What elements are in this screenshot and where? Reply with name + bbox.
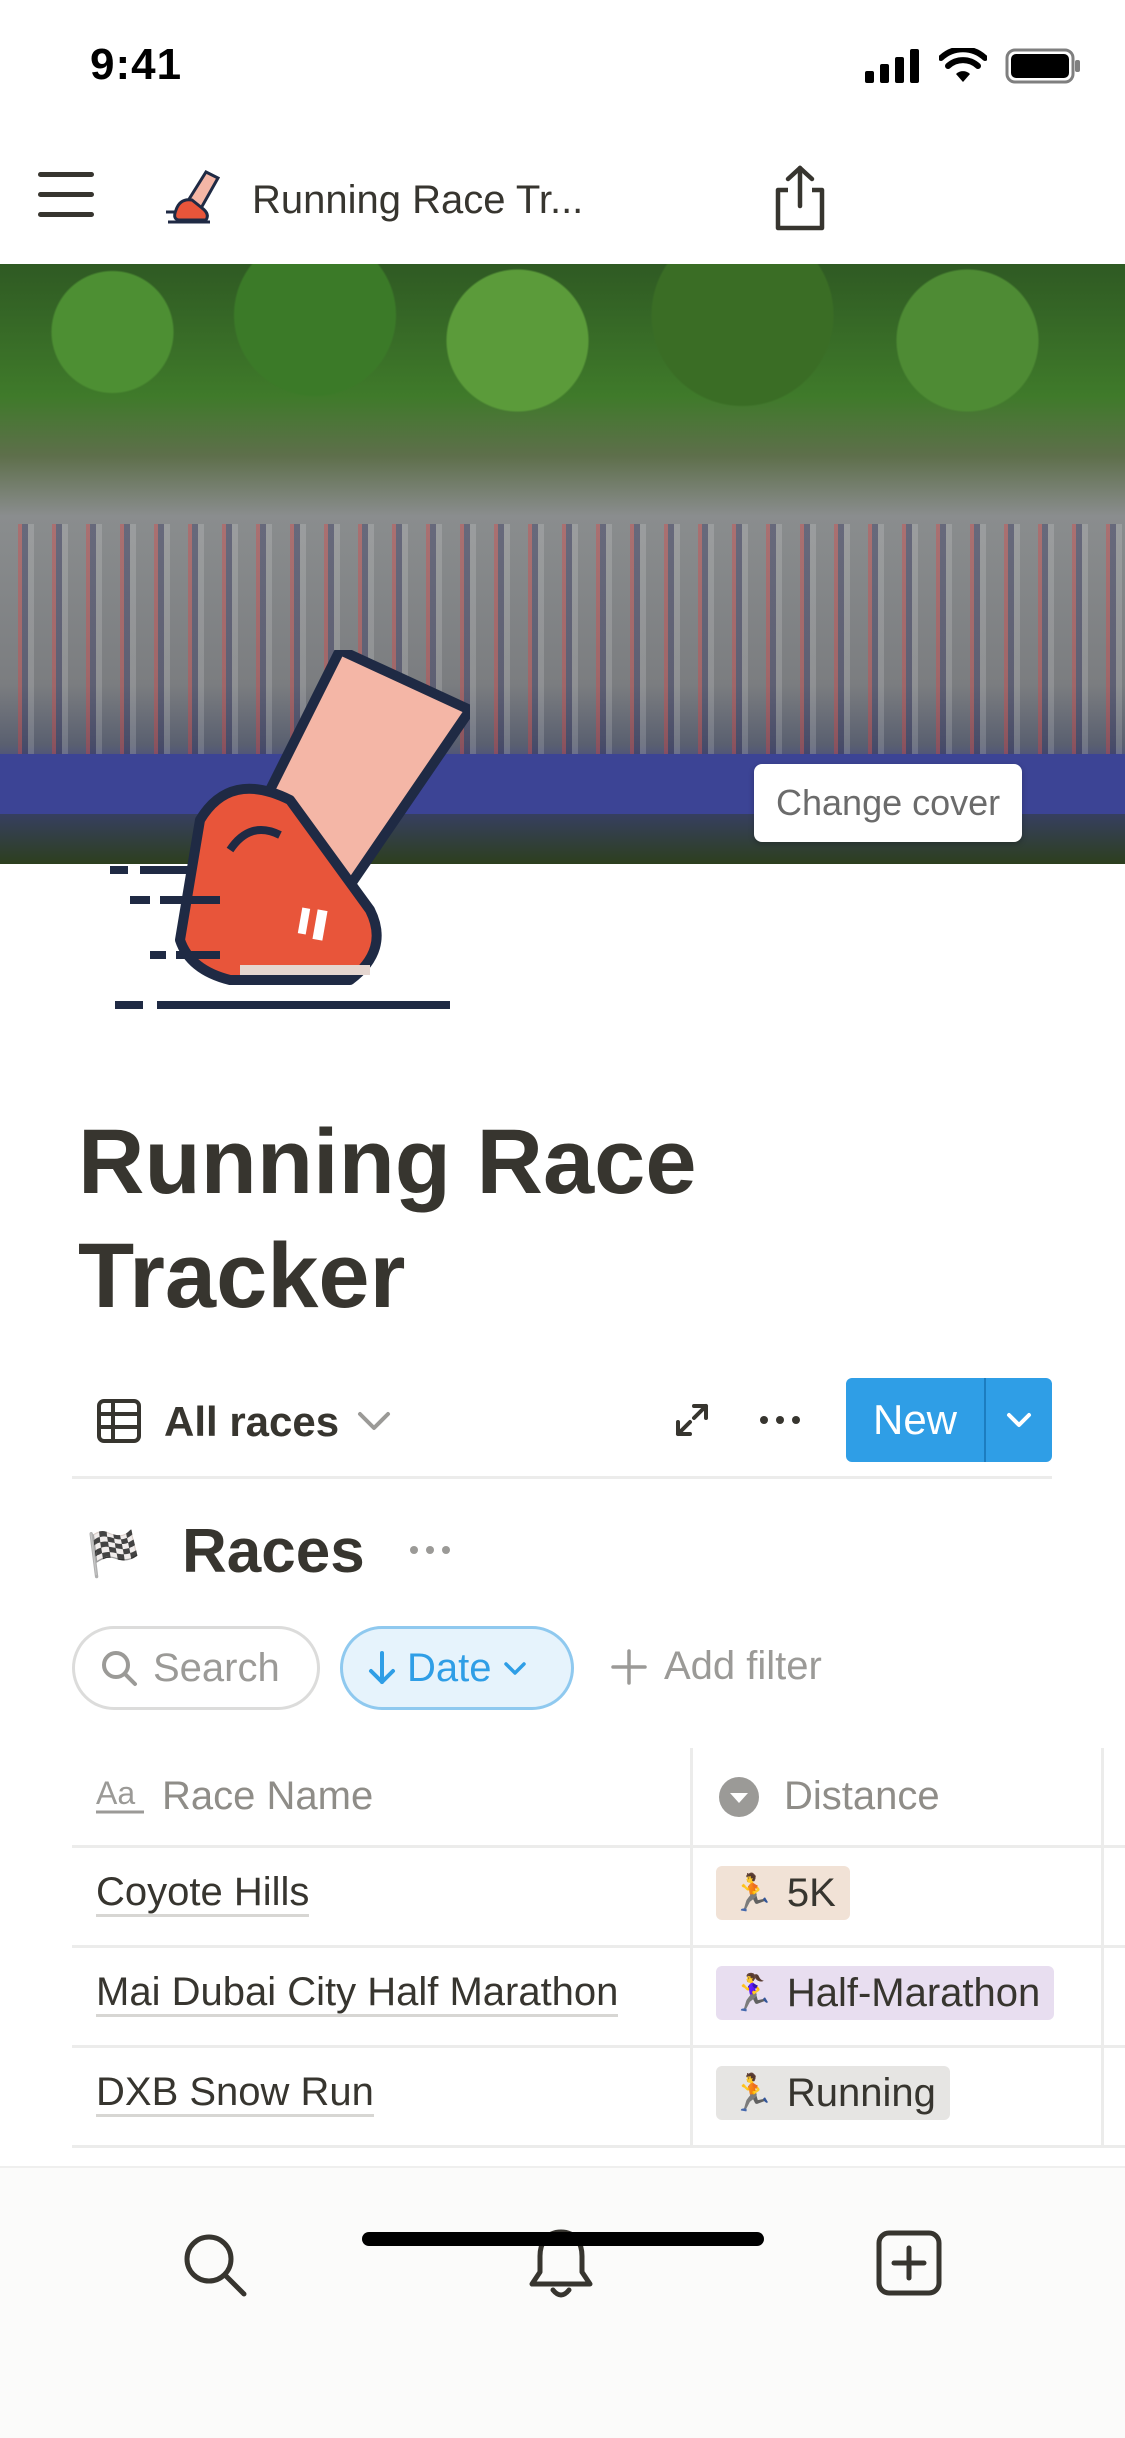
bottom-tab-bar — [0, 2166, 1125, 2438]
sort-label: Date — [407, 1645, 492, 1690]
chevron-down-icon[interactable] — [354, 1400, 394, 1440]
runner-icon: 🏃 — [730, 1872, 775, 1913]
page-title-breadcrumb[interactable]: Running Race Tr... — [252, 178, 583, 223]
view-selector[interactable]: All races — [164, 1398, 339, 1446]
search-icon — [102, 1651, 137, 1686]
plus-icon — [611, 1648, 647, 1685]
signal-icon — [865, 49, 919, 83]
cover-trees — [0, 264, 1125, 434]
view-toolbar: All races New — [72, 1376, 1052, 1479]
page-title[interactable]: Running Race Tracker — [78, 1105, 1028, 1333]
distance-tag[interactable]: 🏃 Running — [716, 2066, 950, 2120]
add-filter-button[interactable]: Add filter — [610, 1644, 822, 1689]
expand-icon[interactable] — [672, 1400, 712, 1440]
more-options-icon[interactable] — [756, 1400, 804, 1440]
column-header-race-name[interactable]: Race Name — [162, 1774, 373, 1819]
new-page-icon[interactable] — [874, 2228, 944, 2298]
table-row[interactable]: Mai Dubai City Half Marathon 🏃‍♀️ Half-M… — [72, 1948, 1125, 2048]
table-row[interactable]: Coyote Hills 🏃 5K — [72, 1848, 1125, 1948]
add-filter-label: Add filter — [664, 1644, 822, 1688]
search-button[interactable]: Search — [72, 1626, 320, 1710]
search-label: Search — [153, 1645, 280, 1690]
runner-icon: 🏃‍♀️ — [730, 1972, 775, 2013]
text-property-icon: Aa — [96, 1775, 144, 1814]
status-icons — [865, 48, 1081, 84]
top-navigation-bar: Running Race Tr... — [0, 130, 1125, 264]
database-more-icon[interactable] — [404, 1530, 456, 1570]
sort-date-button[interactable]: Date — [340, 1626, 574, 1710]
new-button[interactable]: New — [846, 1378, 986, 1462]
table-row[interactable]: DXB Snow Run 🏃 Running — [72, 2048, 1125, 2148]
distance-tag[interactable]: 🏃‍♀️ Half-Marathon — [716, 1966, 1055, 2020]
chevron-down-icon — [1007, 1413, 1031, 1427]
column-header-distance[interactable]: Distance — [784, 1774, 940, 1819]
race-name-cell[interactable]: DXB Snow Run — [96, 2070, 374, 2117]
svg-text:Aa: Aa — [96, 1775, 135, 1811]
new-button-group: New — [846, 1378, 1052, 1462]
chevron-down-icon — [503, 1662, 526, 1675]
table-view-icon[interactable] — [96, 1398, 142, 1444]
database-title[interactable]: Races — [182, 1516, 365, 1587]
arrow-down-icon — [369, 1651, 395, 1684]
select-property-icon — [719, 1777, 759, 1817]
search-icon[interactable] — [180, 2230, 250, 2300]
races-table: Aa Race Name Distance Coyote Hills 🏃 5K … — [72, 1748, 1125, 2148]
wifi-icon — [939, 48, 987, 82]
runner-icon: 🏃 — [730, 2072, 775, 2113]
distance-label: 5K — [786, 1870, 836, 1915]
page-icon — [166, 170, 221, 224]
new-dropdown-button[interactable] — [986, 1378, 1052, 1462]
distance-label: Running — [786, 2070, 936, 2115]
share-icon[interactable] — [770, 164, 830, 232]
menu-icon[interactable] — [38, 172, 94, 218]
running-shoe-icon[interactable] — [90, 650, 470, 1020]
table-header-row: Aa Race Name Distance — [72, 1748, 1125, 1848]
battery-icon — [1005, 48, 1080, 84]
race-name-cell[interactable]: Mai Dubai City Half Marathon — [96, 1970, 619, 2017]
distance-label: Half-Marathon — [786, 1970, 1041, 2015]
distance-tag[interactable]: 🏃 5K — [716, 1866, 850, 1920]
checkered-flag-icon: 🏁 — [86, 1530, 141, 1579]
change-cover-button[interactable]: Change cover — [754, 764, 1023, 842]
status-time: 9:41 — [90, 40, 183, 89]
race-name-cell[interactable]: Coyote Hills — [96, 1870, 310, 1917]
home-indicator[interactable] — [362, 2232, 764, 2246]
